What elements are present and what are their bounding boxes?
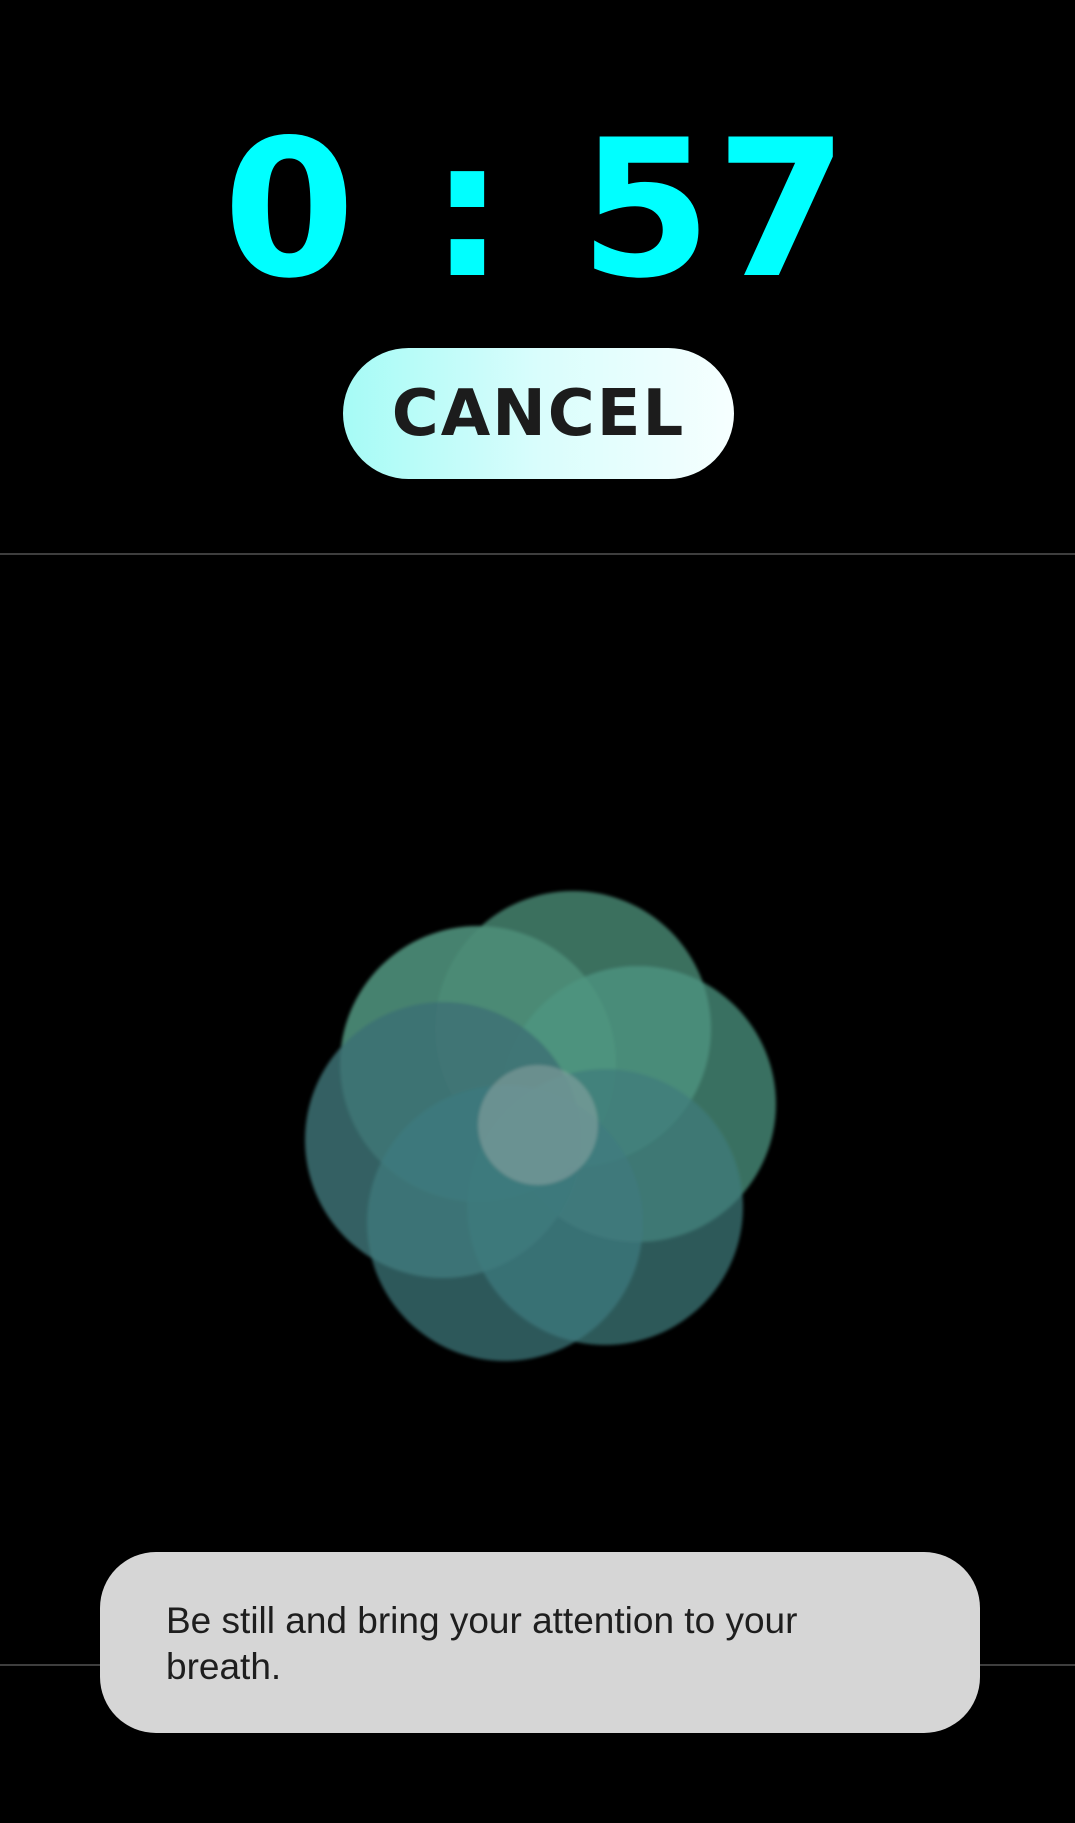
toast-message: Be still and bring your attention to you… [100, 1552, 980, 1733]
breathing-flower-graphic [305, 891, 776, 1361]
petal-center [478, 1065, 598, 1185]
top-divider [0, 553, 1075, 555]
countdown-timer: 0 : 57 [223, 99, 852, 320]
cancel-button[interactable]: CANCEL [343, 348, 734, 479]
toast-text: Be still and bring your attention to you… [166, 1600, 798, 1687]
breathing-flower-icon [280, 870, 800, 1390]
